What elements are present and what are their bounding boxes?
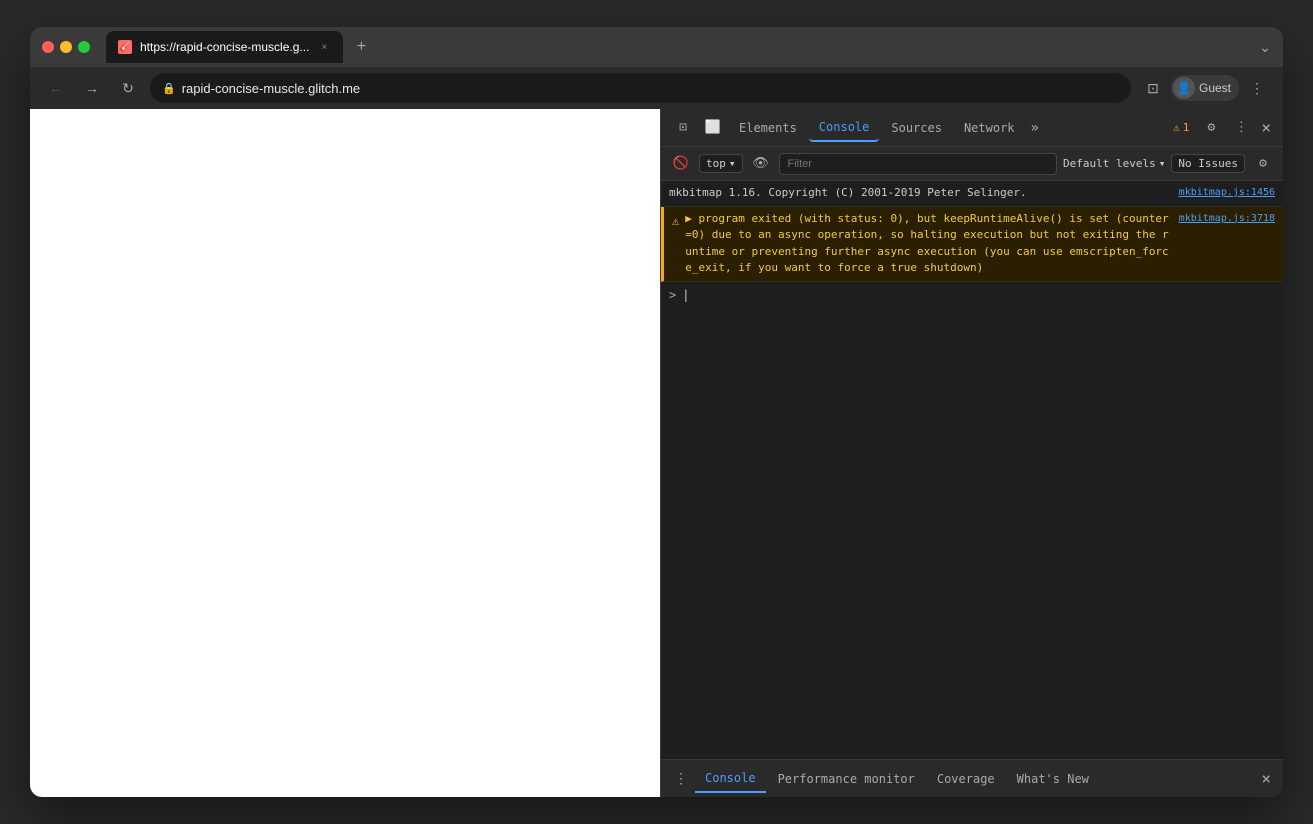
log-level-label: Default levels: [1063, 157, 1156, 170]
forward-button[interactable]: →: [78, 74, 106, 102]
tab-sources[interactable]: Sources: [881, 114, 952, 142]
back-button[interactable]: ←: [42, 74, 70, 102]
log-level-arrow-icon: ▾: [1159, 157, 1166, 170]
select-element-button[interactable]: ⊡: [669, 114, 697, 142]
new-tab-button[interactable]: +: [347, 33, 375, 61]
lock-icon: 🔒: [162, 82, 176, 95]
context-arrow-icon: ▾: [729, 157, 736, 170]
drawer-close-button[interactable]: ×: [1257, 769, 1275, 788]
log-level-selector[interactable]: Default levels ▾: [1063, 157, 1165, 170]
drawer-tab-performance-monitor[interactable]: Performance monitor: [768, 765, 925, 793]
address-bar[interactable]: 🔒 rapid-concise-muscle.glitch.me: [150, 73, 1131, 103]
minimize-window-button[interactable]: [60, 41, 72, 53]
warning-icon: ⚠: [1173, 121, 1180, 134]
profile-button[interactable]: 👤 Guest: [1171, 75, 1239, 101]
tab-favicon: 🎸: [118, 40, 132, 54]
more-tabs-button[interactable]: »: [1027, 120, 1043, 136]
drawer-tab-whats-new[interactable]: What's New: [1007, 765, 1099, 793]
context-selector[interactable]: top ▾: [699, 154, 743, 173]
console-toolbar: 🚫 top ▾ 👁 Default levels ▾ No Issues ⚙: [661, 147, 1283, 181]
address-text: rapid-concise-muscle.glitch.me: [182, 81, 1119, 96]
tab-elements[interactable]: Elements: [729, 114, 807, 142]
no-issues-badge[interactable]: No Issues: [1171, 154, 1245, 173]
tab-console[interactable]: Console: [809, 114, 880, 142]
console-message-1-text: mkbitmap 1.16. Copyright (C) 2001-2019 P…: [669, 185, 1173, 202]
devtools-panel: ⊡ ⬜ Elements Console Sources Network » ⚠…: [660, 109, 1283, 797]
profile-icon: 👤: [1173, 77, 1195, 99]
console-input-row[interactable]: > |: [661, 282, 1283, 308]
no-issues-text: No Issues: [1178, 157, 1238, 170]
active-tab[interactable]: 🎸 https://rapid-concise-muscle.g... ×: [106, 31, 343, 63]
reload-button[interactable]: ↻: [114, 74, 142, 102]
drawer-menu-button[interactable]: ⋮: [669, 767, 693, 791]
maximize-window-button[interactable]: [78, 41, 90, 53]
device-toggle-button[interactable]: ⬜: [699, 114, 727, 142]
console-message-2-text: ▶ program exited (with status: 0), but k…: [685, 211, 1172, 277]
console-message-2-link[interactable]: mkbitmap.js:3718: [1179, 211, 1275, 226]
eye-button[interactable]: 👁: [749, 152, 773, 176]
warning-count: 1: [1183, 121, 1190, 134]
more-button[interactable]: ⋮: [1243, 74, 1271, 102]
drawer-tab-coverage[interactable]: Coverage: [927, 765, 1005, 793]
filter-input[interactable]: [779, 153, 1058, 175]
warning-badge[interactable]: ⚠ 1: [1167, 119, 1195, 136]
profile-label: Guest: [1199, 81, 1231, 95]
console-cursor: |: [682, 288, 689, 302]
console-message-1: mkbitmap 1.16. Copyright (C) 2001-2019 P…: [661, 181, 1283, 207]
devtools-topbar: ⊡ ⬜ Elements Console Sources Network » ⚠…: [661, 109, 1283, 147]
warning-message-icon: ⚠: [672, 212, 679, 230]
browser-window: 🎸 https://rapid-concise-muscle.g... × + …: [30, 27, 1283, 797]
devtools-more-button[interactable]: ⋮: [1227, 114, 1255, 142]
close-window-button[interactable]: [42, 41, 54, 53]
console-prompt: >: [669, 288, 676, 302]
console-message-1-link[interactable]: mkbitmap.js:1456: [1179, 185, 1275, 200]
title-bar: 🎸 https://rapid-concise-muscle.g... × + …: [30, 27, 1283, 67]
main-content: ⊡ ⬜ Elements Console Sources Network » ⚠…: [30, 109, 1283, 797]
tab-network[interactable]: Network: [954, 114, 1025, 142]
console-messages: mkbitmap 1.16. Copyright (C) 2001-2019 P…: [661, 181, 1283, 759]
devtools-settings-button[interactable]: ⚙: [1197, 114, 1225, 142]
devtools-close-button[interactable]: ×: [1257, 118, 1275, 137]
console-settings-button[interactable]: ⚙: [1251, 152, 1275, 176]
drawer-tab-console[interactable]: Console: [695, 765, 766, 793]
tabs-bar: 🎸 https://rapid-concise-muscle.g... × + …: [106, 31, 1271, 63]
console-message-2: ⚠ ▶ program exited (with status: 0), but…: [661, 207, 1283, 282]
tab-title: https://rapid-concise-muscle.g...: [140, 40, 309, 54]
devtools-bottom-drawer: ⋮ Console Performance monitor Coverage W…: [661, 759, 1283, 797]
devtools-actions: ⚙ ⋮ ×: [1197, 114, 1275, 142]
bookmark-button[interactable]: ⊡: [1139, 74, 1167, 102]
context-value: top: [706, 157, 726, 170]
traffic-lights: [42, 41, 90, 53]
nav-bar: ← → ↻ 🔒 rapid-concise-muscle.glitch.me ⊡…: [30, 67, 1283, 109]
webpage: [30, 109, 660, 797]
tab-close-button[interactable]: ×: [317, 40, 331, 54]
clear-console-button[interactable]: 🚫: [669, 152, 693, 176]
nav-actions: ⊡ 👤 Guest ⋮: [1139, 74, 1271, 102]
tab-list-chevron[interactable]: ⌄: [1259, 39, 1271, 56]
